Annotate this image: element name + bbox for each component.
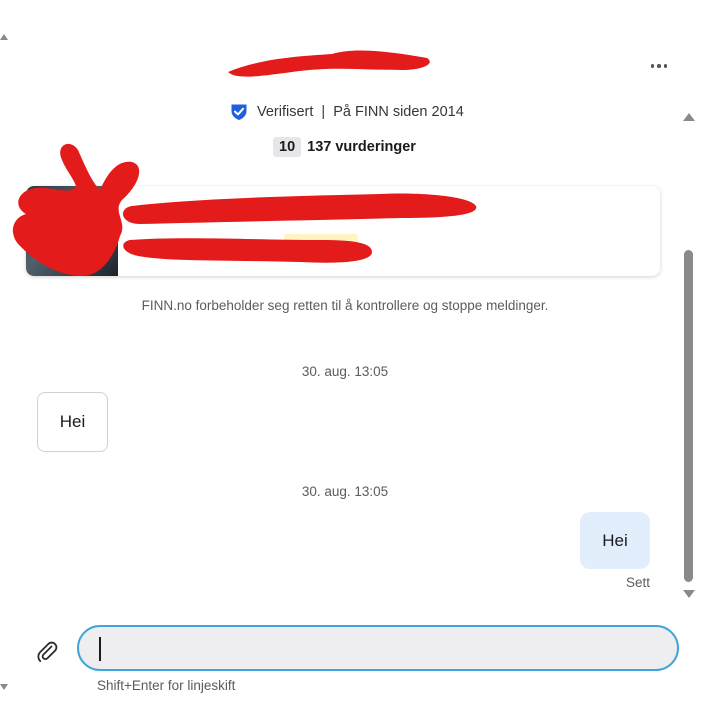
page-scroll-up-icon[interactable] [0, 34, 8, 40]
ad-price-highlight [284, 234, 358, 252]
text-caret [99, 637, 101, 661]
more-options-button[interactable] [644, 56, 674, 76]
verified-label: Verifisert [257, 104, 314, 120]
rating-score-badge: 10 [273, 137, 302, 157]
ad-thumbnail [26, 186, 118, 276]
scroll-down-icon[interactable] [683, 590, 695, 598]
incoming-message: Hei [37, 392, 108, 452]
composer-hint: Shift+Enter for linjeskift [97, 678, 236, 693]
separator: | [321, 104, 326, 120]
verified-shield-icon [231, 104, 247, 120]
ad-card[interactable] [26, 186, 660, 276]
moderation-notice: FINN.no forbeholder seg retten til å kon… [141, 298, 549, 313]
message-timestamp: 30. aug. 13:05 [301, 364, 389, 379]
message-input[interactable] [95, 635, 655, 661]
outgoing-message: Hei [580, 512, 650, 569]
chat-view: Verifisert | På FINN siden 2014 10 137 v… [0, 0, 726, 702]
redacted-seller-name [228, 50, 430, 77]
paperclip-icon[interactable] [34, 638, 60, 664]
seller-rating[interactable]: 10 137 vurderinger [273, 137, 416, 157]
message-composer[interactable] [77, 625, 679, 671]
rating-count: 137 vurderinger [307, 139, 416, 155]
page-scrollbar[interactable] [0, 0, 8, 702]
page-scroll-down-icon[interactable] [0, 684, 8, 690]
chat-scrollbar[interactable] [682, 110, 696, 604]
seller-info: Verifisert | På FINN siden 2014 [230, 103, 464, 121]
scroll-up-icon[interactable] [683, 113, 695, 121]
scroll-thumb[interactable] [684, 250, 693, 582]
message-read-status: Sett [625, 575, 650, 590]
member-since: På FINN siden 2014 [333, 104, 464, 120]
message-timestamp: 30. aug. 13:05 [301, 484, 389, 499]
more-horizontal-icon [650, 64, 655, 68]
